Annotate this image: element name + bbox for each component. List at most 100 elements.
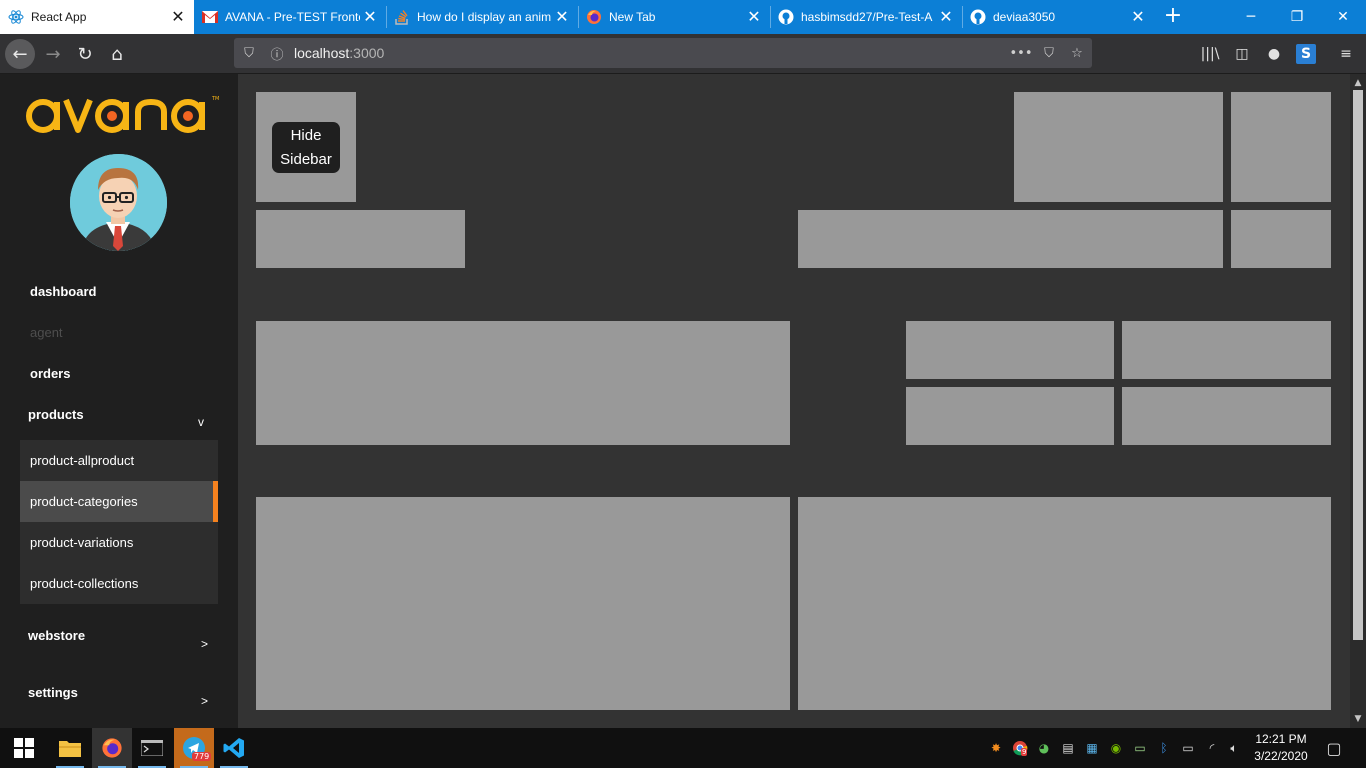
telegram-badge: 779 — [192, 752, 212, 761]
chevron-right-icon[interactable]: > — [201, 637, 208, 651]
safely-remove-icon[interactable]: ▭ — [1132, 740, 1148, 756]
page-scrollbar[interactable]: ▲ ▼ — [1350, 74, 1366, 728]
sidebar-toggle-icon[interactable]: ◫ — [1232, 44, 1252, 64]
placeholder-box — [1122, 321, 1331, 379]
reload-icon[interactable]: ↻ — [70, 39, 100, 69]
placeholder-box — [906, 321, 1114, 379]
app-sidebar: TM dashboard agent orders products v pro… — [0, 74, 238, 728]
placeholder-box — [1122, 387, 1331, 445]
svg-text:TM: TM — [211, 96, 219, 102]
forward-arrow-icon[interactable]: → — [38, 39, 68, 69]
notification-center-icon[interactable]: ▢ — [1324, 738, 1344, 758]
restore-icon[interactable]: ❐ — [1274, 0, 1320, 34]
nvidia-icon[interactable]: ◉ — [1108, 740, 1124, 756]
tracking-shield-icon[interactable]: ⛉ — [240, 44, 258, 62]
gmail-icon — [202, 9, 218, 25]
system-clock[interactable]: 12:21 PM 3/22/2020 — [1248, 731, 1314, 765]
chevron-down-icon[interactable]: v — [198, 415, 204, 429]
sidebar-subitem-label: product-categories — [30, 494, 138, 509]
tab-avana-gmail[interactable]: AVANA - Pre-TEST Fronte ✕ — [194, 0, 386, 34]
volume-icon[interactable]: 🔈︎ — [1226, 740, 1242, 756]
update-icon[interactable]: ◕ — [1036, 740, 1052, 756]
url-bar[interactable]: ⛉ ⓘ localhost:3000 ••• ⛉ ☆ — [234, 38, 1092, 68]
sidebar-item-agent[interactable]: agent — [30, 325, 63, 340]
windows-start-icon[interactable] — [4, 728, 44, 768]
stackoverflow-icon — [394, 9, 410, 25]
bookmark-star-icon[interactable]: ☆ — [1068, 44, 1086, 62]
firefox-icon — [586, 9, 602, 25]
tab-github-pretest[interactable]: hasbimsdd27/Pre-Test-A ✕ — [770, 0, 962, 34]
back-arrow-icon[interactable]: ← — [5, 39, 35, 69]
close-icon[interactable]: ✕ — [936, 7, 956, 27]
hide-sidebar-line1: Hide — [290, 127, 322, 144]
placeholder-box — [256, 321, 790, 445]
sidebar-item-settings[interactable]: settings — [28, 685, 78, 700]
terminal-icon[interactable] — [132, 728, 172, 768]
hide-sidebar-button[interactable]: Hide Sidebar — [272, 122, 340, 173]
placeholder-box — [256, 210, 465, 268]
products-submenu: product-allproduct product-categories pr… — [20, 440, 218, 604]
library-icon[interactable]: |||\ — [1200, 44, 1220, 64]
close-icon[interactable]: ✕ — [552, 7, 572, 27]
avast-icon[interactable]: ✸ — [988, 740, 1004, 756]
clock-time: 12:21 PM — [1255, 732, 1307, 746]
account-icon[interactable]: ● — [1264, 44, 1284, 64]
close-icon[interactable]: ✕ — [744, 7, 764, 27]
hide-sidebar-line2: Sidebar — [280, 151, 332, 168]
sidebar-item-products[interactable]: products — [28, 407, 84, 422]
sidebar-item-orders[interactable]: orders — [30, 366, 70, 381]
bluetooth-icon[interactable]: ᛒ — [1156, 740, 1172, 756]
page-actions-icon[interactable]: ••• — [1010, 44, 1033, 62]
site-info-icon[interactable]: ⓘ — [268, 44, 286, 63]
avast-badge: 9 — [1021, 748, 1028, 756]
close-icon[interactable]: ✕ — [360, 7, 380, 27]
sidebar-subitem-categories[interactable]: product-categories — [20, 481, 218, 522]
sidebar-subitem-variations[interactable]: product-variations — [20, 522, 218, 563]
chevron-right-icon[interactable]: > — [201, 694, 208, 708]
avana-logo: TM — [20, 92, 220, 142]
placeholder-box — [1231, 210, 1331, 268]
browser-nav-bar: ← → ↻ ⌂ ⛉ ⓘ localhost:3000 ••• ⛉ ☆ |||\ … — [0, 34, 1366, 74]
home-icon[interactable]: ⌂ — [102, 39, 132, 69]
new-tab-plus-icon[interactable]: + — [1160, 4, 1186, 30]
sidebar-item-dashboard[interactable]: dashboard — [30, 284, 96, 299]
display-icon[interactable]: ▦ — [1084, 740, 1100, 756]
wifi-icon[interactable]: ◜ — [1204, 740, 1220, 756]
url-text[interactable]: localhost:3000 — [294, 45, 384, 61]
scrollbar-thumb[interactable] — [1353, 90, 1363, 640]
tab-react-app[interactable]: React App ✕ — [0, 0, 194, 34]
extension-s-icon[interactable]: S — [1296, 44, 1316, 64]
drive-icon[interactable]: ▤ — [1060, 740, 1076, 756]
chrome-icon[interactable]: 9 — [1012, 740, 1028, 756]
tab-github-deviaa[interactable]: deviaa3050 ✕ — [962, 0, 1154, 34]
placeholder-box — [256, 497, 790, 710]
battery-icon[interactable]: ▭ — [1180, 740, 1196, 756]
placeholder-box — [906, 387, 1114, 445]
close-icon[interactable]: ✕ — [168, 7, 188, 27]
hamburger-menu-icon[interactable]: ≡ — [1336, 44, 1356, 64]
telegram-icon[interactable]: 779 — [174, 728, 214, 768]
main-content: Hide Sidebar — [238, 74, 1350, 728]
url-port: :3000 — [349, 45, 385, 61]
placeholder-box — [798, 210, 1223, 268]
browser-tab-bar: React App ✕ AVANA - Pre-TEST Fronte ✕ Ho… — [0, 0, 1366, 34]
pocket-icon[interactable]: ⛉ — [1040, 44, 1058, 62]
tab-new-tab[interactable]: New Tab ✕ — [578, 0, 770, 34]
scroll-up-arrow-icon[interactable]: ▲ — [1350, 76, 1366, 90]
vscode-icon[interactable] — [214, 728, 254, 768]
react-icon — [8, 9, 24, 25]
file-explorer-icon[interactable] — [50, 728, 90, 768]
sidebar-item-webstore[interactable]: webstore — [28, 628, 85, 643]
tab-label: React App — [31, 10, 87, 24]
sidebar-subitem-collections[interactable]: product-collections — [20, 563, 218, 604]
placeholder-box — [1014, 92, 1223, 202]
close-icon[interactable]: ✕ — [1128, 7, 1148, 27]
firefox-taskbar-icon[interactable] — [92, 728, 132, 768]
github-icon — [970, 9, 986, 25]
sidebar-subitem-allproduct[interactable]: product-allproduct — [20, 440, 218, 481]
scroll-down-arrow-icon[interactable]: ▼ — [1350, 712, 1366, 726]
window-close-icon[interactable]: ✕ — [1320, 0, 1366, 34]
minimize-icon[interactable]: ─ — [1228, 0, 1274, 34]
tab-stackoverflow[interactable]: How do I display an anim ✕ — [386, 0, 578, 34]
windows-taskbar: 779 ✸ 9 ◕ ▤ ▦ ◉ ▭ ᛒ ▭ ◜ 🔈︎ 12:21 PM 3/22… — [0, 728, 1366, 768]
